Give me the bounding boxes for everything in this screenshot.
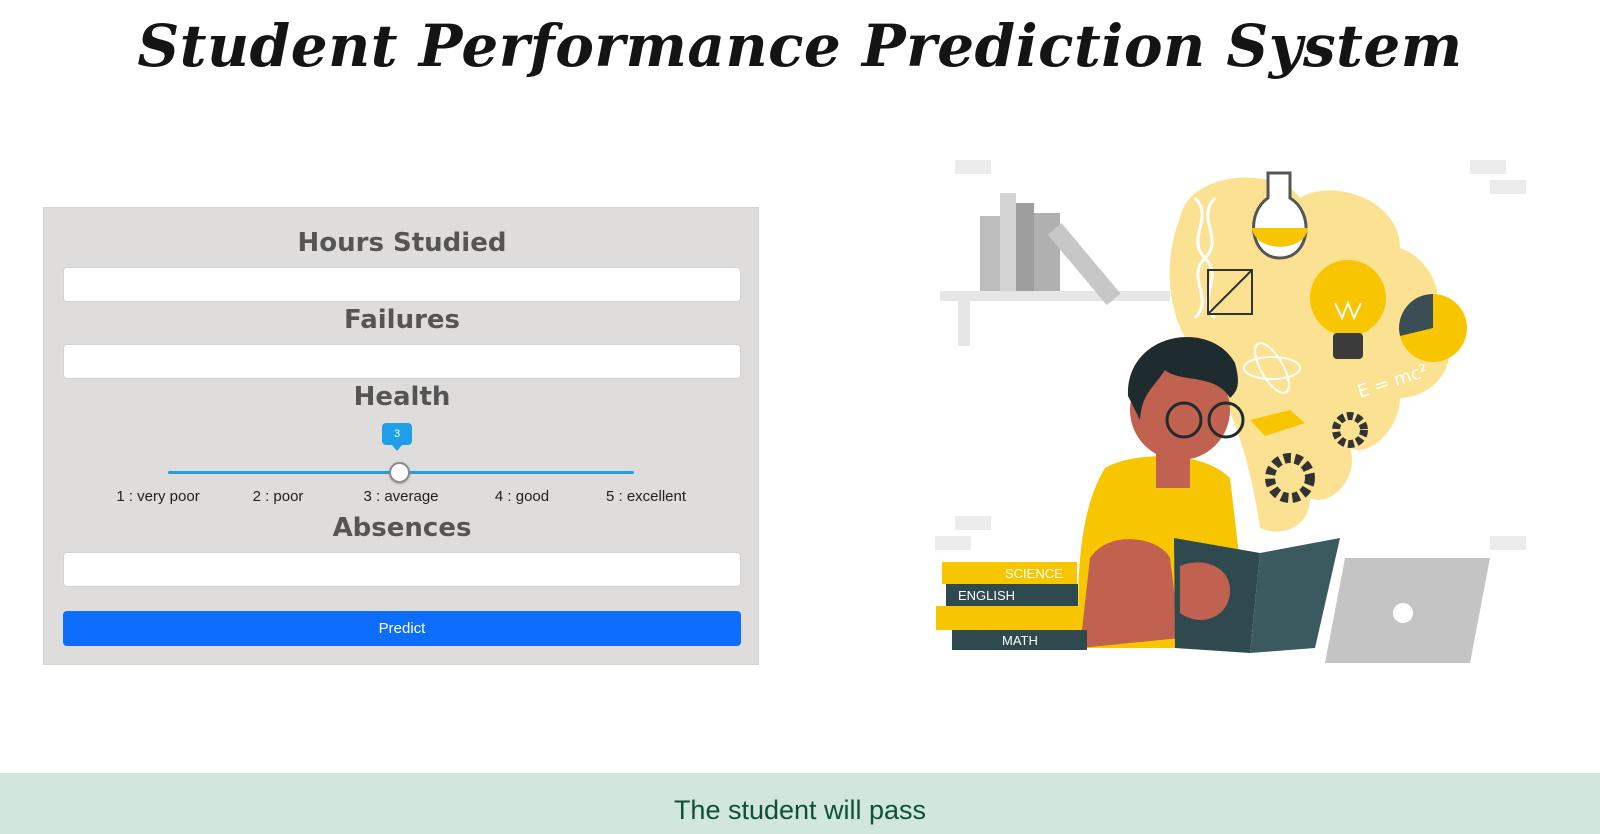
wall-brick (955, 160, 991, 174)
book-math-label: MATH (1002, 633, 1038, 648)
page-title: Student Performance Prediction System (137, 12, 1463, 80)
health-label: Health (353, 382, 451, 412)
failures-input[interactable] (63, 344, 741, 379)
health-slider-thumb[interactable] (389, 462, 410, 483)
absences-input[interactable] (63, 552, 741, 587)
health-tick-label: 5 : excellent (605, 488, 687, 505)
student-arm (1080, 539, 1180, 648)
wall-brick (935, 536, 971, 550)
grey-book (1000, 193, 1016, 291)
health-tick-label: 4 : good (494, 488, 550, 505)
lightbulb-base (1333, 333, 1363, 359)
wall-brick (1490, 536, 1526, 550)
lightbulb-icon (1310, 260, 1386, 336)
absences-label: Absences (332, 513, 472, 543)
laptop-logo (1393, 603, 1413, 623)
result-banner: The student will pass (0, 773, 1600, 834)
shelf-bracket (958, 301, 970, 346)
open-book-page (1250, 538, 1340, 653)
prediction-form: Hours Studied Failures Health 3 1 : very… (43, 207, 759, 665)
health-tick-label: 1 : very poor (116, 488, 200, 505)
wall-brick (1470, 160, 1506, 174)
grey-book (980, 216, 1000, 291)
failures-label: Failures (343, 305, 461, 335)
page: Student Performance Prediction System Ho… (0, 0, 1600, 834)
hours-studied-input[interactable] (63, 267, 741, 302)
book-yellow (936, 606, 1081, 630)
hours-studied-label: Hours Studied (297, 228, 507, 258)
grey-book (1016, 203, 1034, 291)
student-studying-illustration: E = mc² SCIENCE ENGLISH MATH (935, 160, 1526, 663)
wall-brick (1490, 180, 1526, 194)
book-english-label: ENGLISH (958, 588, 1015, 603)
health-tick-label: 2 : poor (252, 488, 304, 505)
health-slider-value-tail (392, 445, 402, 451)
health-slider-value: 3 (382, 423, 412, 445)
health-tick-label: 3 : average (363, 488, 439, 505)
grey-book (1034, 213, 1060, 291)
book-science-label: SCIENCE (1005, 566, 1063, 581)
shelf (940, 291, 1170, 301)
health-slider[interactable]: 3 (168, 423, 634, 488)
wall-brick (955, 516, 991, 530)
predict-button[interactable]: Predict (63, 611, 741, 646)
